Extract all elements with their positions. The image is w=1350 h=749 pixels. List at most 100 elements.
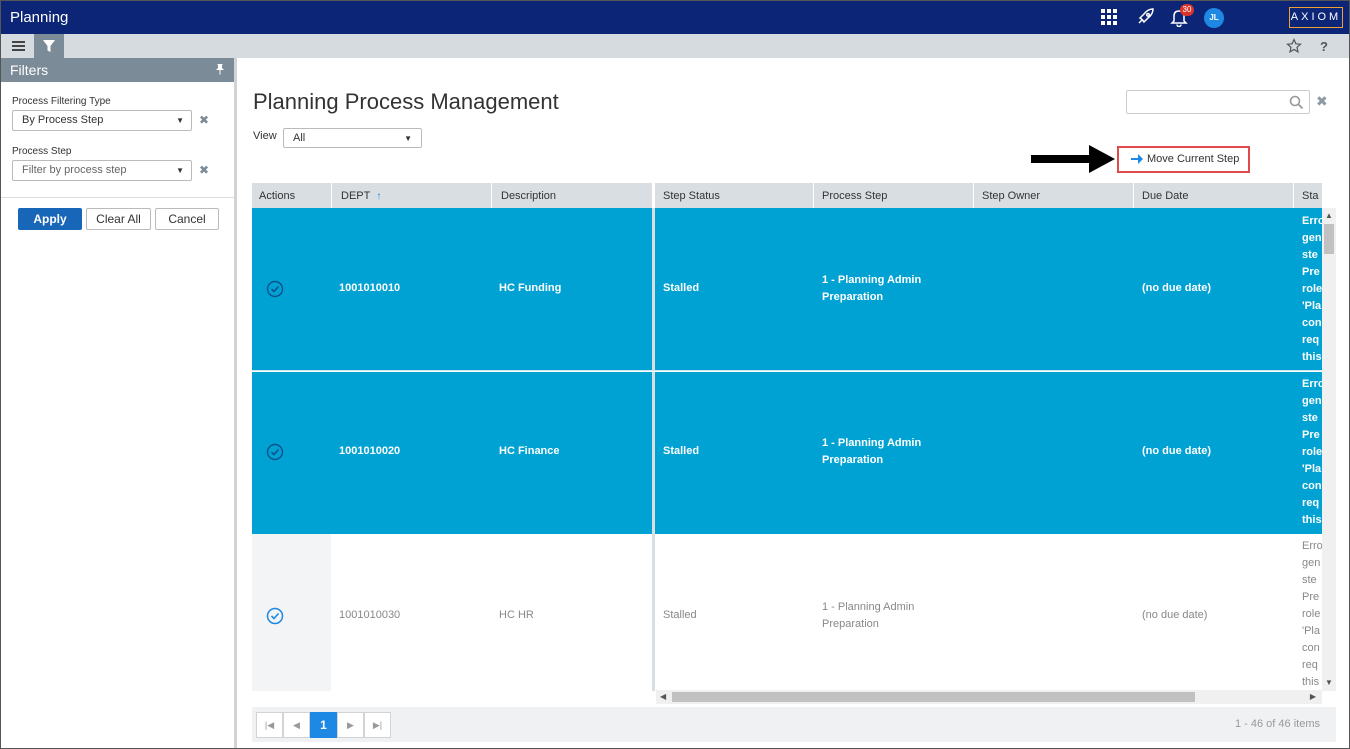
check-circle-icon[interactable] bbox=[266, 280, 284, 298]
vertical-scroll-thumb[interactable] bbox=[1324, 224, 1334, 254]
star-icon[interactable] bbox=[1286, 38, 1302, 54]
help-icon[interactable]: ? bbox=[1317, 38, 1331, 54]
status-message-line: ste bbox=[1302, 412, 1318, 424]
column-header-actions[interactable]: Actions bbox=[252, 183, 332, 208]
page-title: Planning Process Management bbox=[253, 89, 559, 114]
table-row[interactable]: 1001010020 HC Finance Stalled 1 - Planni… bbox=[252, 372, 1322, 534]
process-step-placeholder: Filter by process step bbox=[22, 164, 127, 176]
filtering-type-value: By Process Step bbox=[22, 114, 104, 126]
search-clear-icon[interactable]: ✖ bbox=[1316, 93, 1328, 110]
apps-grid-icon[interactable] bbox=[1099, 7, 1119, 27]
menu-button[interactable] bbox=[4, 34, 34, 58]
status-message-line: this bbox=[1302, 514, 1322, 526]
status-message-line: con bbox=[1302, 642, 1320, 654]
process-step-label: Process Step bbox=[12, 146, 72, 157]
column-header-dept[interactable]: DEPT ↑ bbox=[332, 183, 492, 208]
filtering-type-label: Process Filtering Type bbox=[12, 96, 111, 107]
chevron-down-icon: ▼ bbox=[404, 134, 412, 143]
step-status-cell: Stalled bbox=[663, 282, 700, 294]
filters-panel: Filters Process Filtering Type By Proces… bbox=[1, 58, 237, 748]
column-header-step-status[interactable]: Step Status bbox=[653, 183, 814, 208]
process-step-select[interactable]: Filter by process step ▼ bbox=[12, 160, 192, 181]
status-message-line: con bbox=[1302, 317, 1322, 329]
status-message-line: Erro bbox=[1302, 540, 1322, 552]
chevron-down-icon: ▼ bbox=[176, 116, 184, 125]
last-page-button[interactable]: ▶| bbox=[364, 712, 391, 738]
toolbar: ? bbox=[1, 34, 1349, 58]
grid-header: Actions DEPT ↑ Description Step Status Pr… bbox=[252, 183, 1322, 208]
filters-divider bbox=[1, 197, 234, 198]
status-message-line: role bbox=[1302, 446, 1322, 458]
filtering-type-select[interactable]: By Process Step ▼ bbox=[12, 110, 192, 131]
status-message-line: Pre bbox=[1302, 429, 1320, 441]
process-grid: Actions DEPT ↑ Description Step Status Pr… bbox=[252, 183, 1322, 691]
rocket-icon[interactable] bbox=[1135, 7, 1155, 27]
status-message-line: con bbox=[1302, 480, 1322, 492]
first-page-button[interactable]: |◀ bbox=[256, 712, 283, 738]
next-page-button[interactable]: ▶ bbox=[337, 712, 364, 738]
status-message-line: Erro bbox=[1302, 215, 1322, 227]
check-circle-icon[interactable] bbox=[266, 607, 284, 625]
dept-cell: 1001010030 bbox=[339, 609, 401, 621]
sort-ascending-icon: ↑ bbox=[376, 191, 382, 202]
description-cell: HC HR bbox=[499, 609, 534, 621]
process-step-cell-line1: 1 - Planning Admin bbox=[822, 274, 922, 286]
column-header-description[interactable]: Description bbox=[492, 183, 653, 208]
frozen-column-divider bbox=[652, 372, 655, 534]
status-message-line: this bbox=[1302, 351, 1322, 363]
scroll-left-icon[interactable]: ◀ bbox=[660, 692, 666, 701]
status-message-line: gen bbox=[1302, 395, 1322, 407]
axiom-logo: AXIOM bbox=[1289, 7, 1343, 28]
status-message-line: ste bbox=[1302, 574, 1317, 586]
status-message-line: this bbox=[1302, 676, 1320, 688]
horizontal-scrollbar[interactable]: ◀ ▶ bbox=[656, 690, 1322, 704]
status-message-line: 'Pla bbox=[1302, 300, 1322, 312]
app-title: Planning bbox=[10, 9, 69, 26]
notification-badge: 30 bbox=[1180, 4, 1194, 16]
apply-button[interactable]: Apply bbox=[18, 208, 82, 230]
table-row[interactable]: 1001010030 HC HR Stalled 1 - Planning Ad… bbox=[252, 534, 1322, 691]
column-header-process-step[interactable]: Process Step bbox=[814, 183, 974, 208]
view-select[interactable]: All ▼ bbox=[283, 128, 422, 148]
due-date-cell: (no due date) bbox=[1142, 609, 1208, 621]
status-message-line: gen bbox=[1302, 232, 1322, 244]
step-status-cell: Stalled bbox=[663, 445, 700, 457]
step-status-cell: Stalled bbox=[663, 609, 697, 621]
check-circle-icon[interactable] bbox=[266, 443, 284, 461]
description-cell: HC Funding bbox=[499, 282, 562, 294]
status-message-line: Pre bbox=[1302, 266, 1320, 278]
status-message-cell: Erro gen ste Pre role 'Pla con req this bbox=[1302, 538, 1322, 691]
status-message-cell: Erro gen ste Pre role 'Pla con req this bbox=[1302, 213, 1322, 366]
scroll-up-icon[interactable]: ▲ bbox=[1325, 211, 1333, 220]
dept-cell: 1001010010 bbox=[339, 282, 401, 294]
page-number-button[interactable]: 1 bbox=[310, 712, 337, 738]
scroll-right-icon[interactable]: ▶ bbox=[1310, 692, 1316, 701]
vertical-scrollbar[interactable]: ▲ ▼ bbox=[1322, 208, 1336, 691]
filter-toggle-button[interactable] bbox=[34, 34, 64, 58]
callout-arrow-icon bbox=[1031, 145, 1115, 173]
status-message-line: Pre bbox=[1302, 591, 1320, 603]
pager-info: 1 - 46 of 46 items bbox=[1235, 718, 1320, 730]
column-header-due-date[interactable]: Due Date bbox=[1134, 183, 1294, 208]
view-label: View bbox=[253, 130, 277, 142]
process-step-cell-line1: 1 - Planning Admin bbox=[822, 601, 915, 613]
table-row[interactable]: 1001010010 HC Funding Stalled 1 - Planni… bbox=[252, 208, 1322, 371]
scroll-down-icon[interactable]: ▼ bbox=[1325, 678, 1333, 687]
status-message-line: ste bbox=[1302, 249, 1318, 261]
process-step-cell-line2: Preparation bbox=[822, 291, 884, 303]
prev-page-button[interactable]: ◀ bbox=[283, 712, 310, 738]
move-current-step-label: Move Current Step bbox=[1147, 153, 1240, 165]
column-header-status-message[interactable]: Sta bbox=[1294, 183, 1322, 208]
horizontal-scroll-thumb[interactable] bbox=[672, 692, 1195, 702]
pin-icon[interactable] bbox=[214, 63, 226, 75]
clear-process-step-icon[interactable]: ✖ bbox=[199, 163, 209, 177]
status-message-line: 'Pla bbox=[1302, 463, 1322, 475]
user-avatar[interactable]: JL bbox=[1204, 8, 1224, 28]
search-input[interactable] bbox=[1126, 90, 1310, 114]
clear-filtering-type-icon[interactable]: ✖ bbox=[199, 113, 209, 127]
app-window: Planning 30 JL AXIOM ? Filters Process F… bbox=[0, 0, 1350, 749]
clear-all-button[interactable]: Clear All bbox=[86, 208, 151, 230]
column-header-step-owner[interactable]: Step Owner bbox=[974, 183, 1134, 208]
cancel-button[interactable]: Cancel bbox=[155, 208, 219, 230]
move-current-step-button[interactable]: Move Current Step bbox=[1117, 146, 1250, 173]
